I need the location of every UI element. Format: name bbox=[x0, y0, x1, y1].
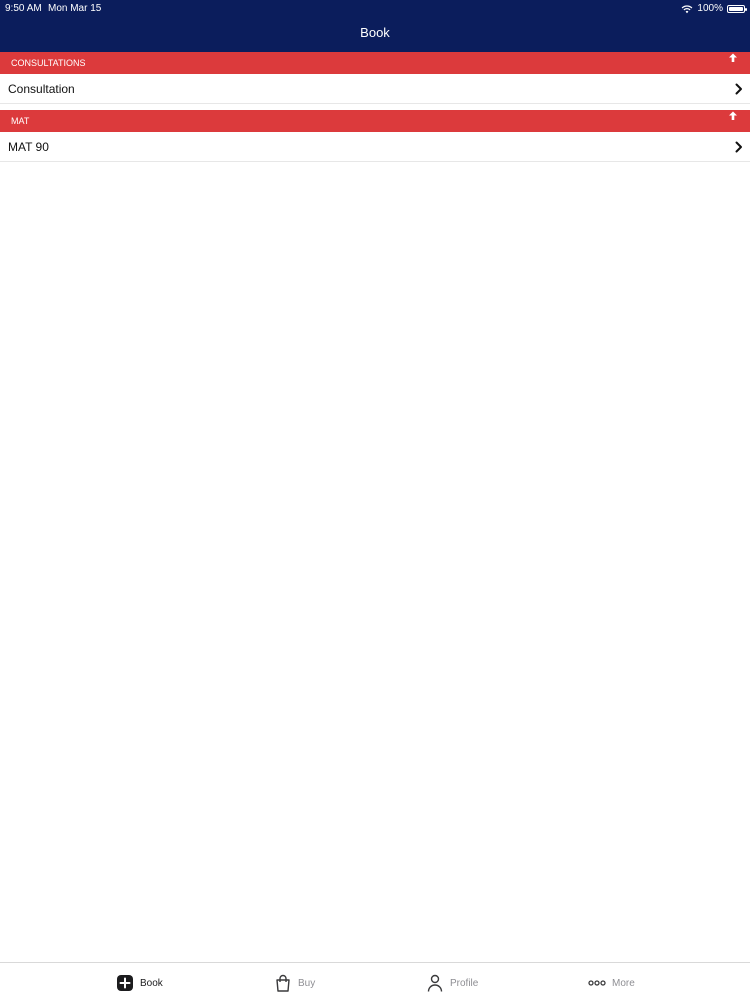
list-item-mat-90[interactable]: MAT 90 bbox=[0, 132, 750, 162]
battery-icon bbox=[727, 4, 747, 13]
tab-label: Buy bbox=[298, 977, 316, 989]
section-header-label: MAT bbox=[11, 116, 30, 126]
list-item-label: MAT 90 bbox=[8, 140, 49, 154]
tab-profile[interactable]: Profile bbox=[426, 973, 478, 993]
section-header-mat[interactable]: MAT bbox=[0, 110, 750, 132]
list-item-label: Consultation bbox=[8, 82, 75, 96]
arrow-up-icon[interactable] bbox=[727, 110, 739, 122]
status-right: 100% bbox=[681, 1, 747, 16]
tab-buy[interactable]: Buy bbox=[274, 973, 315, 993]
list-item-consultation[interactable]: Consultation bbox=[0, 74, 750, 104]
tab-book[interactable]: Book bbox=[116, 973, 163, 993]
tab-label: More bbox=[612, 977, 635, 989]
tab-more[interactable]: More bbox=[588, 973, 635, 993]
tab-bar: Book Buy Profile More bbox=[0, 962, 750, 1000]
wifi-icon bbox=[682, 4, 693, 13]
top-bar: 9:50 AM Mon Mar 15 100% Book bbox=[0, 0, 750, 52]
shopping-bag-icon bbox=[276, 974, 290, 992]
section-header-consultations[interactable]: CONSULTATIONS bbox=[0, 52, 750, 74]
status-time: 9:50 AM bbox=[5, 3, 42, 14]
plus-square-icon bbox=[117, 975, 133, 991]
tab-label: Profile bbox=[450, 977, 479, 989]
section-header-label: CONSULTATIONS bbox=[11, 58, 86, 68]
more-dots-icon bbox=[588, 980, 606, 986]
status-date: Mon Mar 15 bbox=[48, 3, 102, 14]
arrow-up-icon[interactable] bbox=[727, 52, 739, 64]
page-title: Book bbox=[360, 25, 390, 40]
chevron-right-icon bbox=[735, 141, 742, 153]
tab-label: Book bbox=[140, 977, 163, 989]
status-bar: 9:50 AM Mon Mar 15 100% bbox=[0, 0, 750, 15]
book-screen: 9:50 AM Mon Mar 15 100% Book CONSULTATIO… bbox=[0, 0, 750, 1000]
person-icon bbox=[427, 974, 443, 992]
battery-percent: 100% bbox=[697, 3, 723, 14]
chevron-right-icon bbox=[735, 83, 742, 95]
